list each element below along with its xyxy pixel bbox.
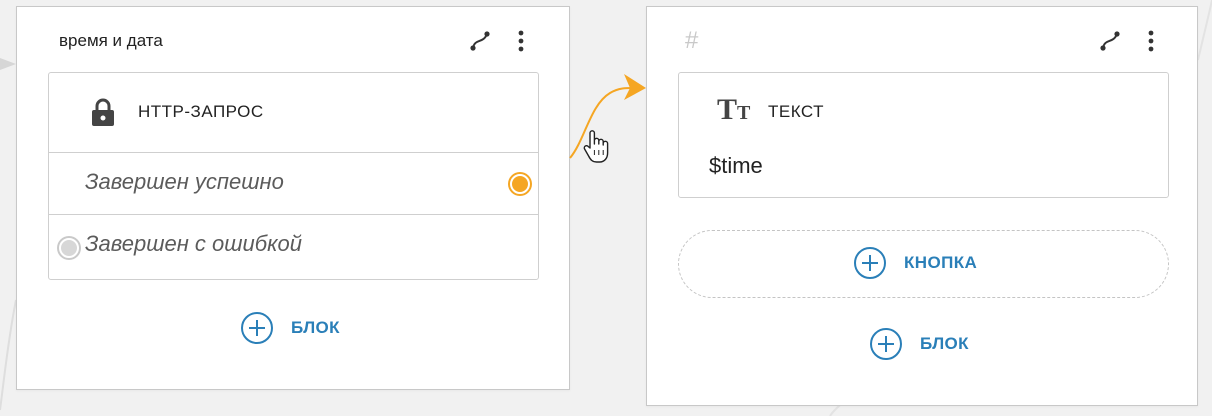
output-success-port[interactable]: [510, 174, 530, 194]
text-type-icon: TT: [717, 93, 751, 126]
plus-icon: [854, 247, 886, 279]
plus-icon: [241, 312, 273, 344]
more-menu-icon[interactable]: [1138, 28, 1164, 54]
output-error-label: Завершен с ошибкой: [85, 231, 303, 256]
more-menu-icon[interactable]: [508, 28, 534, 54]
flow-canvas[interactable]: время и дата HTTP-ЗАПРОС Завершен успешн…: [0, 0, 1212, 416]
block-header: HTTP-ЗАПРОС: [49, 73, 538, 151]
plus-icon: [870, 328, 902, 360]
add-block-label: БЛОК: [920, 334, 969, 353]
add-block-button[interactable]: БЛОК: [870, 328, 969, 360]
lock-icon: [91, 97, 115, 132]
right-step-card[interactable]: # TT ТЕКСТ $time КНОПКА БЛОК: [646, 6, 1198, 406]
add-button-label: КНОПКА: [904, 253, 978, 272]
output-success-row[interactable]: Завершен успешно: [49, 152, 538, 215]
add-button-area[interactable]: КНОПКА: [678, 230, 1169, 298]
connect-icon[interactable]: [1097, 28, 1123, 54]
output-success-label: Завершен успешно: [85, 169, 284, 194]
output-error-port[interactable]: [59, 238, 79, 258]
output-error-row[interactable]: Завершен с ошибкой: [49, 214, 538, 277]
block-label: ТЕКСТ: [768, 102, 825, 121]
step-title-placeholder[interactable]: #: [685, 27, 698, 55]
left-step-card[interactable]: время и дата HTTP-ЗАПРОС Завершен успешн…: [16, 6, 570, 390]
connection-arrow[interactable]: [560, 60, 660, 170]
connect-icon[interactable]: [467, 28, 493, 54]
block-label: HTTP-ЗАПРОС: [138, 102, 264, 121]
add-block-label: БЛОК: [291, 318, 340, 337]
http-request-block[interactable]: HTTP-ЗАПРОС Завершен успешно Завершен с …: [48, 72, 539, 280]
add-button-button[interactable]: КНОПКА: [854, 247, 977, 279]
step-title[interactable]: время и дата: [59, 31, 163, 51]
add-block-button[interactable]: БЛОК: [241, 312, 340, 344]
text-content[interactable]: $time: [709, 153, 763, 179]
text-block[interactable]: TT ТЕКСТ $time: [678, 72, 1169, 198]
hand-cursor-icon: [583, 130, 609, 163]
